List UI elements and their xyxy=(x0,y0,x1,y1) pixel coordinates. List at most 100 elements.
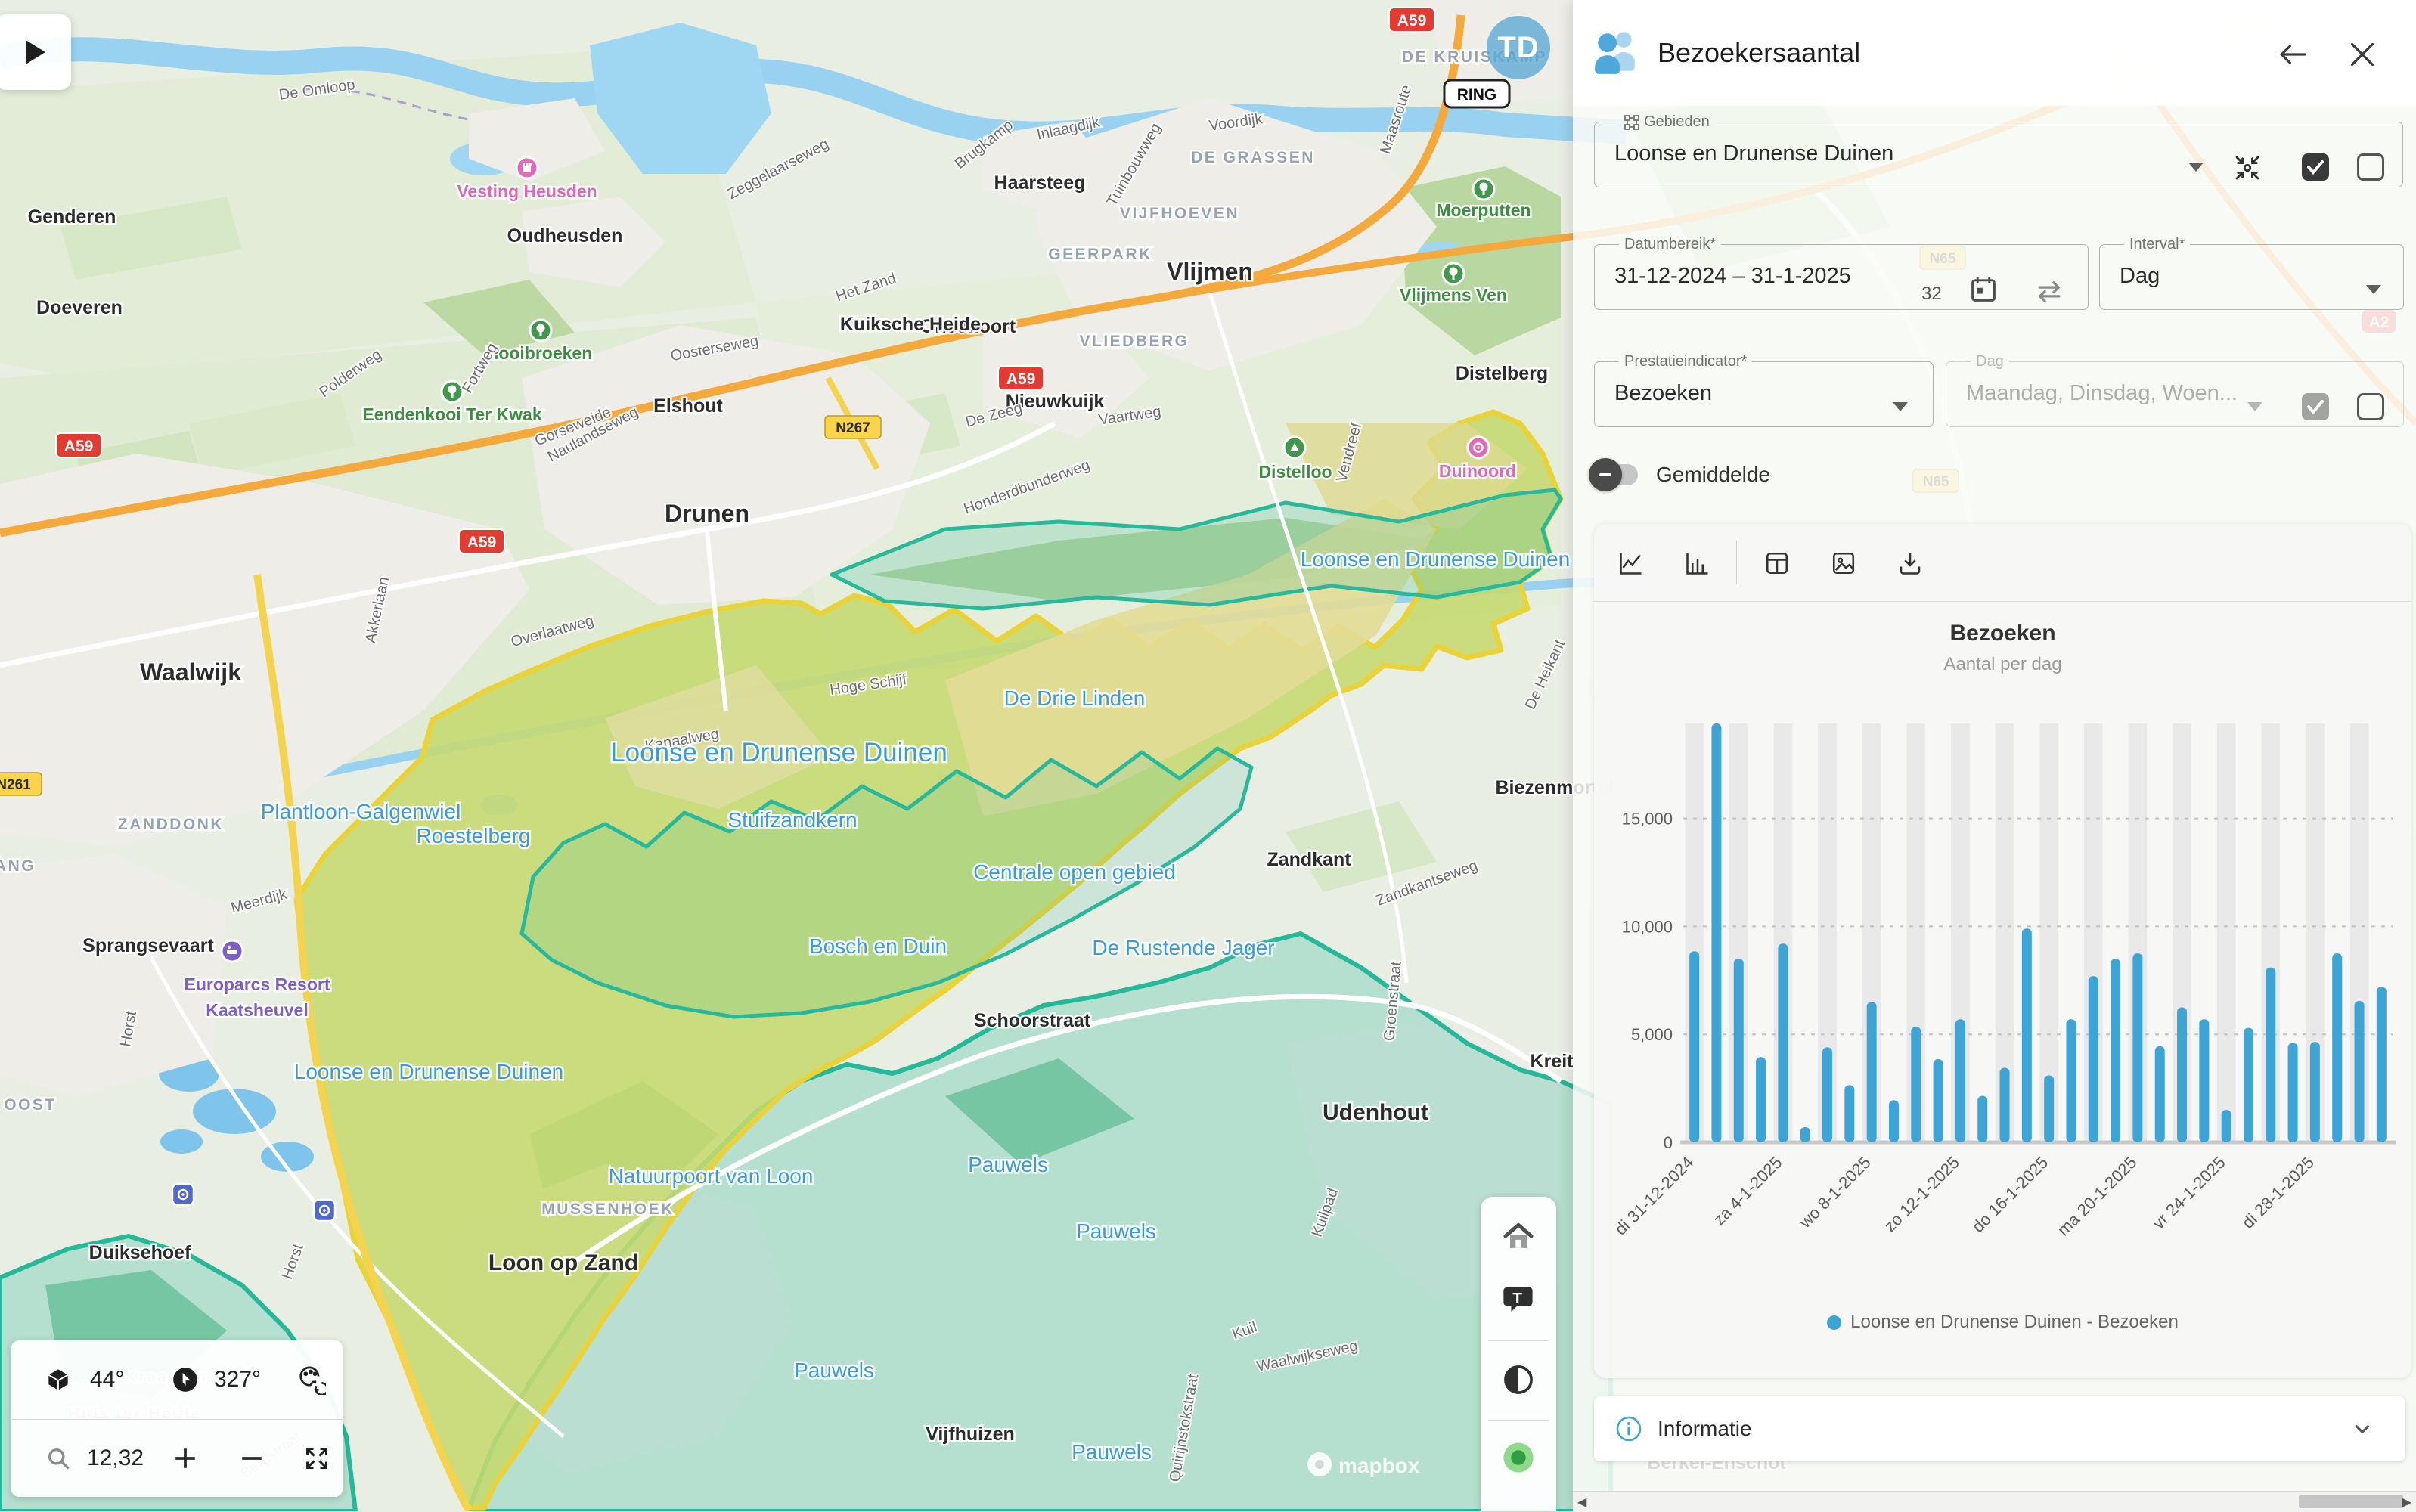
bar[interactable] xyxy=(1778,943,1788,1142)
bar[interactable] xyxy=(2244,1028,2253,1142)
bar[interactable] xyxy=(1734,959,1744,1142)
expand-sidebar-button[interactable] xyxy=(0,14,71,90)
pitch-3d-icon[interactable] xyxy=(36,1357,81,1402)
dag-checkbox-empty[interactable] xyxy=(2357,393,2384,420)
bar[interactable] xyxy=(2222,1110,2231,1142)
home-icon[interactable] xyxy=(1496,1213,1541,1259)
datumbereik-field[interactable]: Datumbereik* 31-12-2024 – 31-1-2025 32 xyxy=(1594,236,2089,310)
map-label: Moerputten xyxy=(1436,200,1531,220)
ring-poi-icon[interactable] xyxy=(1468,437,1489,458)
prestatieindicator-value[interactable]: Bezoeken xyxy=(1614,381,1933,406)
visitors-icon xyxy=(1591,26,1641,80)
bar[interactable] xyxy=(1889,1100,1899,1142)
chart-card: Bezoeken Aantal per dag 05,00010,00015,0… xyxy=(1594,524,2411,1378)
datumbereik-value[interactable]: 31-12-2024 – 31-1-2025 xyxy=(1614,264,2088,289)
bar-chart[interactable]: 05,00010,00015,000di 31-12-2024za 4-1-20… xyxy=(1594,524,2411,1378)
bar[interactable] xyxy=(2377,987,2387,1142)
scrollbar-thumb[interactable] xyxy=(2299,1495,2403,1508)
back-button[interactable] xyxy=(2276,38,2309,71)
zoom-out-button[interactable] xyxy=(229,1436,274,1481)
bar[interactable] xyxy=(2111,959,2120,1142)
status-dot-icon[interactable] xyxy=(1496,1435,1541,1480)
interval-field[interactable]: Interval* Dag xyxy=(2099,236,2404,310)
scroll-left-arrow[interactable]: ◀ xyxy=(1577,1495,1586,1510)
legend-label: Loonse en Drunense Duinen - Bezoeken xyxy=(1850,1312,2179,1333)
bar[interactable] xyxy=(1911,1027,1921,1142)
text-comment-icon[interactable]: T xyxy=(1496,1277,1541,1322)
bar[interactable] xyxy=(2132,953,2142,1142)
informatie-accordion[interactable]: Informatie xyxy=(1594,1396,2405,1461)
interval-value[interactable]: Dag xyxy=(2120,264,2403,289)
camp-poi-icon[interactable] xyxy=(1284,437,1305,458)
tree-poi-icon[interactable] xyxy=(1443,263,1464,284)
gebieden-field[interactable]: Gebieden Loonse en Drunense Duinen xyxy=(1594,113,2403,187)
map-label: Waalwijk xyxy=(140,658,241,686)
bar[interactable] xyxy=(1934,1059,1943,1142)
horizontal-scrollbar[interactable]: ◀ ▶ xyxy=(1573,1491,2416,1512)
compass-icon[interactable] xyxy=(163,1357,208,1402)
bar[interactable] xyxy=(2177,1008,2187,1142)
bar[interactable] xyxy=(1867,1002,1877,1142)
gebieden-value[interactable]: Loonse en Drunense Duinen xyxy=(1614,141,2402,166)
scroll-right-arrow[interactable]: ▶ xyxy=(2402,1495,2411,1510)
bar[interactable] xyxy=(1955,1019,1965,1142)
prestatieindicator-field[interactable]: Prestatieindicator* Bezoeken xyxy=(1594,353,1934,427)
castle-poi-icon[interactable] xyxy=(516,157,538,178)
dag-checkbox-checked xyxy=(2302,393,2329,420)
center-on-area-icon[interactable] xyxy=(2231,152,2263,187)
contrast-icon[interactable] xyxy=(1496,1357,1541,1402)
bar[interactable] xyxy=(2288,1043,2298,1142)
tree-poi-icon[interactable] xyxy=(442,381,463,402)
bar[interactable] xyxy=(1844,1085,1854,1142)
stripe xyxy=(2217,723,2236,1142)
bar[interactable] xyxy=(2066,1019,2076,1142)
bed-poi-icon[interactable] xyxy=(222,940,243,962)
calendar-icon[interactable] xyxy=(1968,274,1999,308)
tree-poi-icon[interactable] xyxy=(1473,178,1494,200)
play-icon xyxy=(26,40,45,64)
bar[interactable] xyxy=(2089,976,2098,1142)
attr-poi-icon[interactable] xyxy=(172,1184,194,1205)
gemiddelde-toggle[interactable] xyxy=(1594,464,1638,485)
bezoekersaantal-panel: Bezoekersaantal Gebieden Loonse en Drune… xyxy=(1573,0,2416,1511)
bar[interactable] xyxy=(1822,1047,1832,1142)
bar[interactable] xyxy=(2000,1067,2010,1142)
prestatieindicator-dropdown-caret[interactable] xyxy=(1893,402,1908,411)
svg-text:A59: A59 xyxy=(467,534,497,551)
bar[interactable] xyxy=(1756,1057,1766,1142)
prestatieindicator-label: Prestatieindicator* xyxy=(1624,353,1747,370)
tree-poi-icon[interactable] xyxy=(530,320,551,341)
zoom-value: 12,32 xyxy=(87,1445,144,1471)
bar[interactable] xyxy=(1711,723,1721,1142)
bar[interactable] xyxy=(2199,1019,2209,1142)
fullscreen-icon[interactable] xyxy=(294,1436,340,1481)
gebieden-dropdown-caret[interactable] xyxy=(2188,163,2204,172)
attr-poi-icon[interactable] xyxy=(314,1200,335,1221)
bar[interactable] xyxy=(2332,953,2342,1142)
bar[interactable] xyxy=(2310,1042,2320,1142)
mapbox-logo: mapbox xyxy=(1307,1452,1420,1477)
style-reset-icon[interactable] xyxy=(288,1357,333,1402)
area-visible-checkbox[interactable] xyxy=(2302,153,2329,181)
bar[interactable] xyxy=(1800,1127,1810,1142)
bar[interactable] xyxy=(2155,1046,2165,1142)
bar[interactable] xyxy=(1689,951,1699,1142)
close-button[interactable] xyxy=(2346,38,2379,71)
avatar[interactable]: TD xyxy=(1487,16,1550,79)
bar[interactable] xyxy=(2022,928,2032,1142)
toggle-thumb[interactable] xyxy=(1589,458,1622,491)
info-icon xyxy=(1615,1415,1642,1442)
x-tick-label: zo 12-1-2025 xyxy=(1881,1153,1963,1235)
interval-dropdown-caret[interactable] xyxy=(2366,285,2381,294)
map-label: Schoorstraat xyxy=(974,1010,1091,1031)
map-label: Duinoord xyxy=(1439,461,1516,481)
bar[interactable] xyxy=(2355,1001,2365,1142)
bar[interactable] xyxy=(2266,968,2275,1142)
map-label: Eendenkooi Ter Kwak xyxy=(362,404,542,424)
chart-legend[interactable]: Loonse en Drunense Duinen - Bezoeken xyxy=(1594,1312,2411,1333)
zoom-in-button[interactable] xyxy=(163,1436,208,1481)
area-compare-checkbox[interactable] xyxy=(2357,153,2384,181)
swap-dates-icon[interactable] xyxy=(2033,276,2065,311)
bar[interactable] xyxy=(1977,1096,1987,1142)
bar[interactable] xyxy=(2044,1075,2054,1142)
